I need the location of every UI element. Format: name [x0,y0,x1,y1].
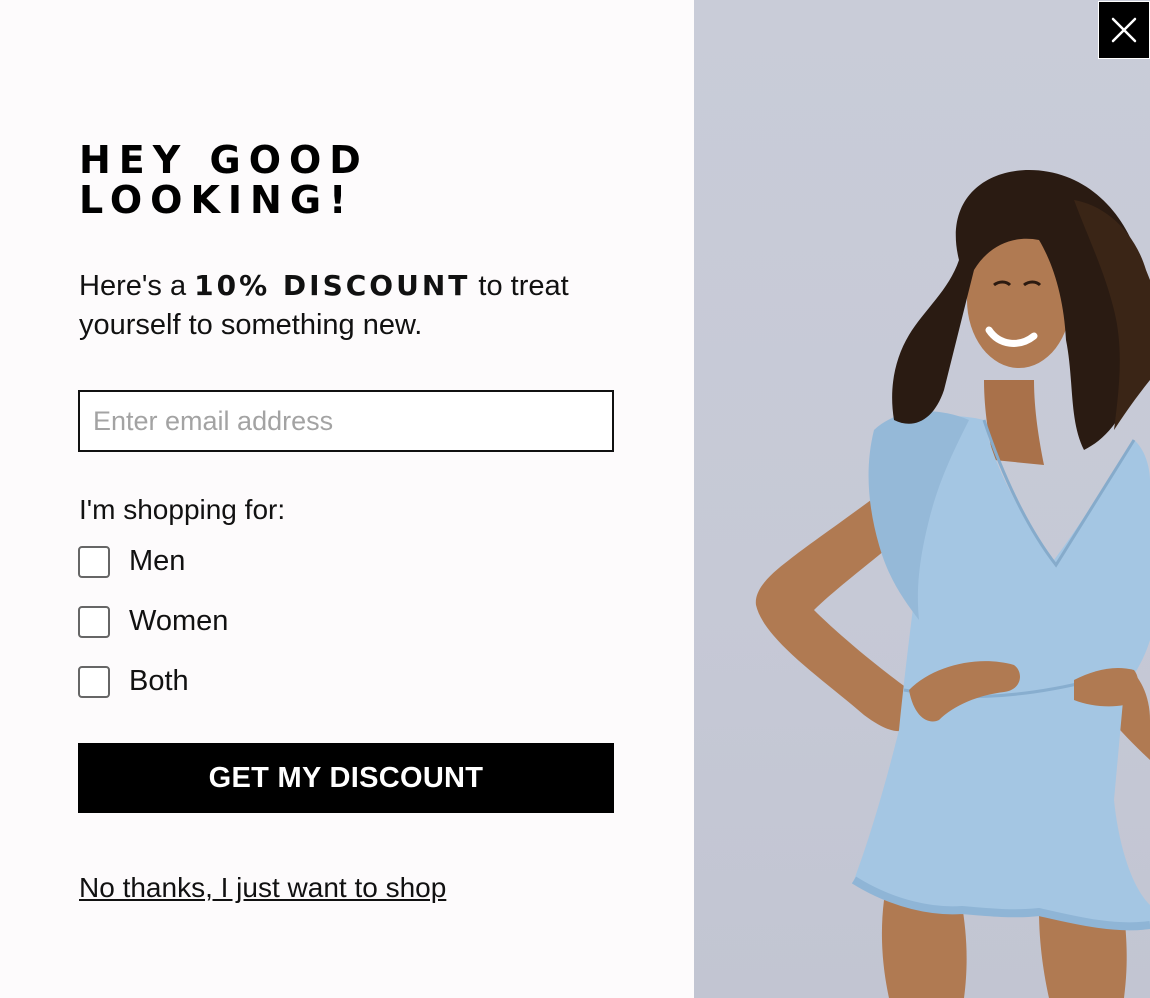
popup-heading: HEY GOOD LOOKING! [79,138,369,222]
close-button[interactable] [1098,1,1150,59]
women-checkbox[interactable] [78,605,110,638]
model-photo [694,0,1150,998]
shopping-for-label: I'm shopping for: [79,494,286,525]
no-thanks-link[interactable]: No thanks, I just want to shop [79,872,446,904]
option-both-label: Both [129,665,189,697]
option-men[interactable]: Men [78,545,185,578]
both-checkbox[interactable] [78,665,110,698]
model-illustration [755,170,1150,998]
popup-form-panel: HEY GOOD LOOKING! Here's a 10% DISCOUNT … [0,0,694,998]
discount-highlight: 10% DISCOUNT [194,269,471,302]
option-women-label: Women [129,605,229,637]
popup-subtext: Here's a 10% DISCOUNT to treat yourself … [79,266,659,345]
get-discount-button[interactable]: GET MY DISCOUNT [78,743,614,813]
men-checkbox[interactable] [78,545,110,578]
option-both[interactable]: Both [78,665,189,698]
option-men-label: Men [129,545,186,577]
discount-popup: HEY GOOD LOOKING! Here's a 10% DISCOUNT … [0,0,1150,998]
close-icon[interactable] [1110,16,1138,44]
email-input[interactable] [78,390,614,452]
option-women[interactable]: Women [78,605,228,638]
subtext-intro: Here's a [79,270,195,302]
